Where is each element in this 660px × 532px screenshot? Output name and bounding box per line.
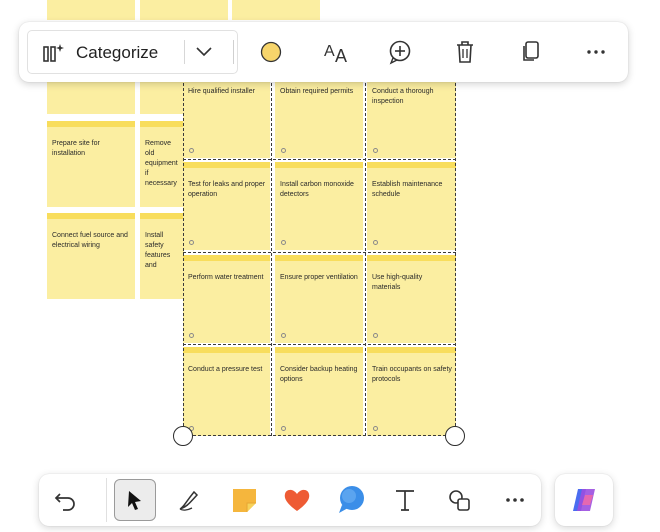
shapes-icon[interactable] (443, 483, 477, 517)
note-text: Remove old equipment if necessary (145, 140, 178, 187)
grid-divider (183, 159, 456, 160)
categorize-label: Categorize (76, 43, 159, 62)
sticky-note[interactable]: Connect fuel source and electrical wirin… (47, 213, 135, 299)
selection-frame[interactable] (183, 78, 456, 436)
trash-icon[interactable] (449, 36, 481, 68)
grid-divider (365, 78, 366, 436)
sticky-note[interactable]: Prepare site for installation (47, 121, 135, 207)
comment-icon[interactable] (334, 483, 368, 517)
pen-icon[interactable] (172, 483, 206, 517)
sticky-note[interactable]: Remove old equipment if necessary (140, 121, 184, 207)
color-circle-icon[interactable] (255, 36, 287, 68)
toolbar-divider (106, 478, 107, 522)
text-icon[interactable] (388, 483, 422, 517)
sticky-note[interactable] (140, 82, 184, 114)
grid-divider (183, 344, 456, 345)
more-icon[interactable] (580, 36, 612, 68)
sticky-note[interactable] (47, 82, 135, 114)
copy-icon[interactable] (515, 36, 547, 68)
categorize-icon (43, 44, 64, 62)
sticky-note[interactable] (140, 0, 228, 20)
select-icon (128, 491, 141, 510)
note-text: Install safety features and (145, 232, 171, 269)
note-text: Connect fuel source and electrical wirin… (52, 232, 128, 249)
more-icon[interactable] (498, 483, 532, 517)
sticky-note-icon[interactable] (228, 483, 262, 517)
sticky-note[interactable] (232, 0, 320, 20)
text-format-icon[interactable]: A A (321, 36, 353, 68)
copilot-icon (573, 489, 595, 511)
copilot-button[interactable] (555, 474, 613, 526)
button-divider (184, 40, 185, 64)
add-reaction-icon[interactable] (384, 36, 416, 68)
resize-handle-bottom-left[interactable] (173, 426, 193, 446)
bottom-toolbar (39, 474, 541, 526)
heart-icon[interactable] (280, 483, 314, 517)
sticky-note[interactable]: Install safety features and (140, 213, 184, 299)
sticky-note[interactable] (47, 0, 135, 20)
undo-icon[interactable] (49, 483, 83, 517)
grid-divider (271, 78, 272, 436)
toolbar-divider (233, 40, 234, 64)
chevron-down-icon[interactable] (195, 45, 213, 59)
svg-text:A: A (324, 43, 335, 60)
grid-divider (183, 252, 456, 253)
categorize-button[interactable]: Categorize (27, 30, 238, 74)
resize-handle-bottom-right[interactable] (445, 426, 465, 446)
note-text: Prepare site for installation (52, 140, 100, 157)
svg-text:A: A (335, 46, 347, 66)
context-toolbar: Categorize A A (19, 22, 628, 82)
select-button[interactable] (114, 479, 156, 521)
